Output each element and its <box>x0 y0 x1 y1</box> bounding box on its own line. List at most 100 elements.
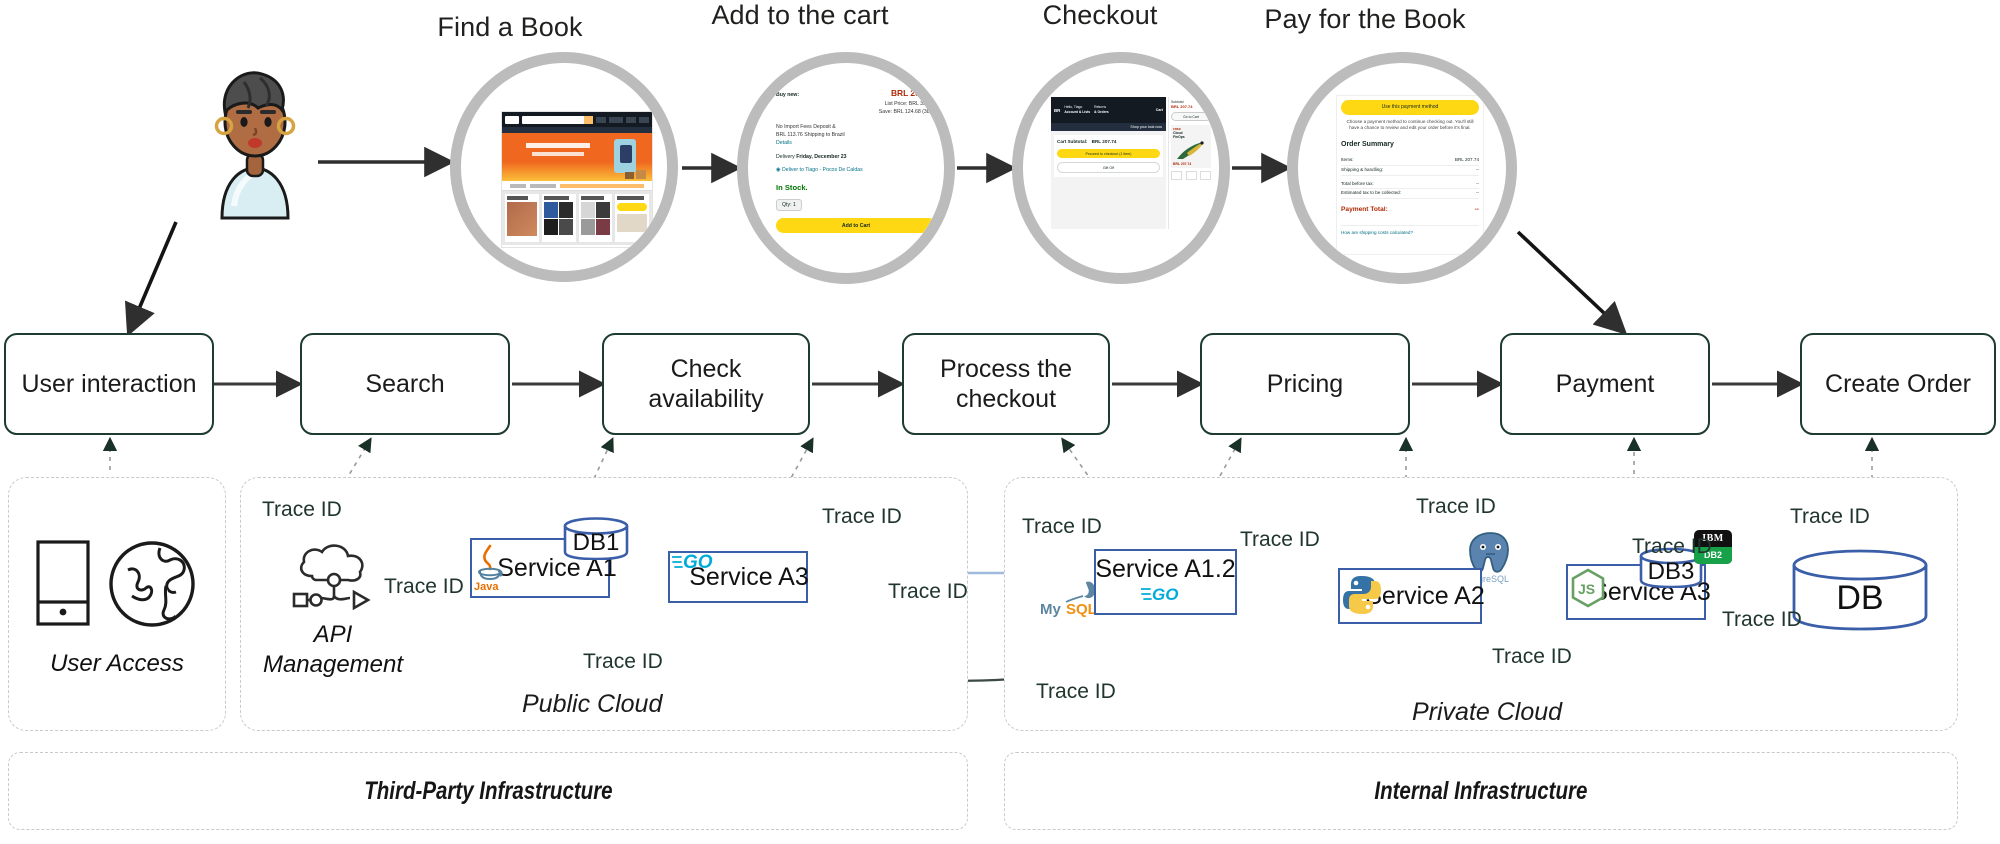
process-box-payment[interactable]: Payment <box>1500 333 1710 435</box>
db3-label: DB3 <box>1647 558 1695 585</box>
process-box-pricing[interactable]: Pricing <box>1200 333 1410 435</box>
shot-buy-new-label: Buy new: <box>776 92 800 98</box>
cart-screenshot: BR Hello, Tiago Account & Lists Returns … <box>1051 97 1213 229</box>
api-management-caption-line1: API <box>313 621 353 648</box>
shot-subtotal-value: BRL 207.74 <box>1091 139 1117 144</box>
process-box-process-checkout[interactable]: Process the checkout <box>902 333 1110 435</box>
storefront-screenshot <box>501 111 653 248</box>
trace-id-label: Trace ID <box>1240 528 1320 551</box>
shot-book-price: BRL 207.74 <box>1173 162 1192 166</box>
go-logo: GO <box>1139 583 1191 608</box>
process-box-user-interaction[interactable]: User interaction <box>4 333 214 435</box>
process-box-label: Search <box>365 369 445 398</box>
svg-text:GO: GO <box>1152 585 1178 603</box>
shot-save: Save: BRL 124.68 (38%) <box>878 109 936 116</box>
shot-price: BRL 207.74 <box>890 88 936 98</box>
trace-id-label: Trace ID <box>888 580 968 603</box>
shot-delivery-label: Delivery <box>776 154 795 161</box>
journey-title-find-a-book: Find a Book <box>437 12 583 42</box>
shot-side-button[interactable]: Go to Cart <box>1171 112 1211 121</box>
java-logo: Java <box>474 542 506 597</box>
journey-step-add-to-cart[interactable]: Buy new: BRL 207.74 List Price: BRL 332.… <box>737 52 955 284</box>
svg-text:GO: GO <box>683 552 713 573</box>
shot-payment-total-value: -- <box>1474 206 1479 214</box>
summary-row-value: -- <box>1475 166 1479 172</box>
shot-nav-account[interactable]: Account & Lists <box>1064 110 1090 115</box>
shot-shipping-costs-link[interactable]: How are shipping costs calculated? <box>1341 225 1479 237</box>
shot-deliver-to[interactable]: Deliver to Tiago - Pocos De Caldas <box>782 167 863 173</box>
shot-payment-helper: Choose a payment method to continue chec… <box>1346 118 1474 131</box>
go-logo: GO <box>671 549 718 578</box>
infra-bar-label: Internal Infrastructure <box>1374 776 1588 805</box>
trace-id-label: Trace ID <box>1790 505 1870 528</box>
journey-step-checkout[interactable]: BR Hello, Tiago Account & Lists Returns … <box>1012 52 1230 284</box>
shot-subtotal-label: Cart Subtotal: <box>1057 139 1088 144</box>
infra-bar-internal: Internal Infrastructure <box>1004 752 1958 830</box>
shot-in-stock: In Stock. <box>776 183 808 193</box>
shot-import-1: No Import Fees Deposit & <box>776 124 836 131</box>
diagram-canvas: Find a Book Add to the cart Checkout Pay… <box>0 0 2000 844</box>
journey-title-pay-for-the-book: Pay for the Book <box>1264 4 1466 34</box>
summary-row-value: BRL 207.74 <box>1454 156 1479 162</box>
trace-id-label: Trace ID <box>1416 495 1496 518</box>
shot-add-to-cart-button[interactable]: Add to Cart <box>776 218 936 234</box>
svg-text:JS: JS <box>1578 581 1595 597</box>
infra-bar-third-party: Third-Party Infrastructure <box>8 752 968 830</box>
shot-delivery-value: Friday, December 23 <box>796 154 847 161</box>
shot-nav-brand: BR <box>1054 107 1061 113</box>
shot-nav-cart[interactable]: Cart <box>1156 108 1163 112</box>
journey-step-pay[interactable]: Use this payment method Choose a payment… <box>1287 52 1517 284</box>
shot-side-value: BRL 207.74 <box>1171 104 1193 109</box>
trace-id-label: Trace ID <box>1022 515 1102 538</box>
payment-screenshot: Use this payment method Choose a payment… <box>1336 95 1484 255</box>
process-box-search[interactable]: Search <box>300 333 510 435</box>
shot-gift-button[interactable]: Gift Off <box>1057 162 1160 173</box>
shot-details-link[interactable]: Details <box>776 139 936 147</box>
summary-row-label: Shipping & handling: <box>1341 166 1384 172</box>
process-box-check-availability[interactable]: Check availability <box>602 333 810 435</box>
service-box-a1-2[interactable]: Service A1.2 GO <box>1094 549 1237 615</box>
nodejs-logo: JS <box>1570 568 1606 613</box>
process-box-label: User interaction <box>21 369 197 398</box>
trace-id-label: Trace ID <box>1036 680 1116 703</box>
shot-use-payment-method-button[interactable]: Use this payment method <box>1341 100 1479 115</box>
db-label: DB <box>1836 578 1884 617</box>
trace-id-label: Trace ID <box>822 505 902 528</box>
trace-id-label: Trace ID <box>1492 645 1572 668</box>
user-access-caption: User Access <box>50 650 184 677</box>
trace-id-label: Trace ID <box>384 575 464 598</box>
database-db: DB <box>1790 548 1930 634</box>
trace-id-label: Trace ID <box>262 498 342 521</box>
api-management-caption: API Management <box>258 620 408 680</box>
shot-nav-returns[interactable]: & Orders <box>1094 110 1109 115</box>
shot-summary-rows: Items: BRL 207.74 Shipping & handling: -… <box>1341 156 1479 200</box>
process-box-create-order[interactable]: Create Order <box>1800 333 1996 435</box>
shot-proceed-button[interactable]: Proceed to checkout (1 item) <box>1057 149 1160 158</box>
python-logo <box>1342 574 1382 621</box>
trace-id-label: Trace ID <box>583 650 663 673</box>
journey-step-find-a-book[interactable] <box>450 52 678 282</box>
shot-shop-now: Shop your look now <box>1051 123 1166 131</box>
shot-qty-select[interactable]: Qty: 1 <box>776 199 802 212</box>
summary-row-label: Total before tax: <box>1341 180 1374 186</box>
process-box-label: Pricing <box>1266 369 1344 398</box>
database-db1: DB1 <box>562 516 630 560</box>
summary-row-label: Estimated tax to be collected: <box>1341 190 1402 196</box>
summary-row-value: -- <box>1475 180 1479 186</box>
globe-icon <box>108 540 196 633</box>
trace-id-label: Trace ID <box>1722 608 1802 631</box>
shot-payment-total-label: Payment Total: <box>1341 206 1388 214</box>
private-cloud-label: Private Cloud <box>1412 698 1563 726</box>
product-detail-screenshot: Buy new: BRL 207.74 List Price: BRL 332.… <box>772 83 940 271</box>
db1-label: DB1 <box>572 529 620 556</box>
process-box-label: Payment <box>1555 369 1655 398</box>
trace-id-label: Trace ID <box>1632 535 1712 558</box>
public-cloud-label: Public Cloud <box>522 690 663 718</box>
book-cover-bird-illustration <box>1177 141 1204 159</box>
shot-import-2: BRL 113.76 Shipping to Brazil <box>776 132 845 139</box>
process-box-label: Process the checkout <box>939 354 1072 414</box>
shot-list-price: List Price: BRL 332.41 <box>884 101 936 108</box>
process-box-label: Check availability <box>648 354 764 414</box>
service-label: Service A1.2 <box>1095 554 1236 583</box>
api-cloud-icon <box>290 540 382 615</box>
